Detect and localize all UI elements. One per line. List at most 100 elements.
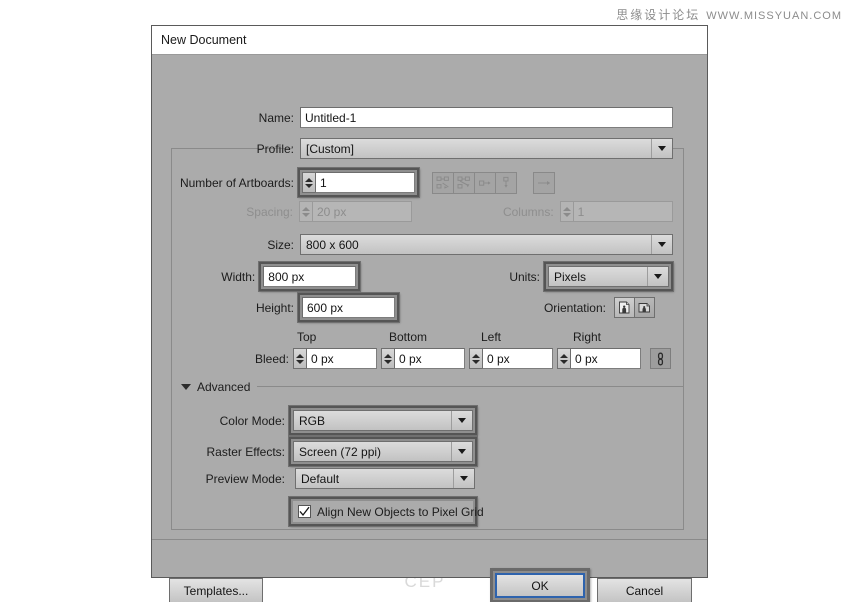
artboard-arrange-left-to-right-icon[interactable] — [474, 172, 496, 194]
bleed-right-input[interactable]: 0 px — [570, 348, 641, 369]
bleed-top-stepper[interactable] — [293, 348, 306, 369]
profile-dropdown[interactable]: [Custom] — [300, 138, 673, 159]
raster-effects-label: Raster Effects: — [152, 445, 285, 459]
bleed-label: Bleed: — [152, 352, 289, 366]
bleed-link-chain-icon[interactable] — [650, 348, 671, 369]
columns-stepper — [560, 201, 573, 222]
align-pixel-grid-label: Align New Objects to Pixel Grid — [317, 505, 484, 519]
advanced-label: Advanced — [197, 380, 250, 394]
screen: 思缘设计论坛WWW.MISSYUAN.COM CEP New Document … — [0, 0, 850, 602]
name-input[interactable]: Untitled-1 — [300, 107, 673, 128]
chevron-down-icon — [451, 411, 472, 430]
orientation-buttons — [614, 297, 654, 318]
align-pixel-grid-checkbox[interactable] — [298, 505, 311, 518]
artboards-stepper[interactable] — [302, 172, 315, 193]
dialog-body: Name: Untitled-1 Profile: [Custom] Numbe… — [152, 55, 707, 578]
profile-label: Profile: — [152, 142, 294, 156]
bleed-bottom-stepper[interactable] — [381, 348, 394, 369]
spacing-stepper — [299, 201, 312, 222]
height-focus-frame: 600 px — [298, 293, 399, 322]
advanced-section-header[interactable]: Advanced — [181, 380, 250, 394]
artboard-arrange-top-to-bottom-icon[interactable] — [495, 172, 517, 194]
preview-mode-dropdown[interactable]: Default — [295, 468, 475, 489]
spacing-row: Spacing: 20 px Columns: 1 — [152, 201, 673, 222]
bleed-bottom-input[interactable]: 0 px — [394, 348, 465, 369]
columns-input: 1 — [573, 201, 673, 222]
orientation-label: Orientation: — [506, 301, 606, 315]
color-mode-dropdown[interactable]: RGB — [293, 410, 473, 431]
size-label: Size: — [152, 238, 294, 252]
width-label: Width: — [152, 270, 255, 284]
triangle-down-icon — [181, 384, 191, 390]
orientation-landscape-icon[interactable] — [634, 297, 655, 318]
footer-separator — [152, 539, 707, 540]
preview-mode-value: Default — [301, 472, 339, 486]
height-label: Height: — [152, 301, 294, 315]
artboards-label: Number of Artboards: — [152, 176, 294, 190]
color-mode-focus-frame: RGB — [289, 406, 477, 435]
cancel-button-label: Cancel — [626, 584, 663, 598]
orientation-portrait-icon[interactable] — [614, 297, 635, 318]
new-document-dialog: New Document Name: Untitled-1 Profile: [… — [151, 25, 708, 578]
chevron-down-icon — [451, 442, 472, 461]
bleed-bottom-label: Bottom — [385, 330, 477, 344]
spacing-input: 20 px — [312, 201, 412, 222]
artboards-input[interactable]: 1 — [315, 172, 415, 193]
artboard-grid-by-column-icon[interactable] — [453, 172, 475, 194]
bleed-left-input[interactable]: 0 px — [482, 348, 553, 369]
bleed-left-label: Left — [477, 330, 569, 344]
advanced-header-rule — [257, 386, 684, 387]
ok-default-frame: OK — [490, 568, 590, 602]
spacing-label: Spacing: — [152, 205, 293, 219]
bleed-right-label: Right — [569, 330, 661, 344]
ok-button[interactable]: OK — [495, 573, 585, 598]
dialog-title: New Document — [161, 33, 246, 47]
chevron-down-icon — [453, 469, 474, 488]
artboards-row: Number of Artboards: 1 — [152, 168, 673, 197]
name-row: Name: Untitled-1 — [152, 107, 673, 128]
preview-mode-label: Preview Mode: — [152, 472, 285, 486]
watermark-top: 思缘设计论坛 WWW.MISSYUAN.COM — [616, 6, 842, 23]
units-value: Pixels — [554, 270, 586, 284]
dialog-titlebar: New Document — [152, 26, 707, 55]
bleed-left-stepper[interactable] — [469, 348, 482, 369]
bleed-row: Bleed: 0 px 0 px 0 px 0 px — [152, 348, 673, 369]
templates-button-label: Templates... — [184, 584, 249, 598]
width-focus-frame: 800 px — [259, 262, 360, 291]
columns-label: Columns: — [454, 205, 553, 219]
units-dropdown[interactable]: Pixels — [548, 266, 669, 287]
size-dropdown[interactable]: 800 x 600 — [300, 234, 673, 255]
raster-effects-dropdown[interactable]: Screen (72 ppi) — [293, 441, 473, 462]
size-row: Size: 800 x 600 — [152, 234, 673, 255]
name-label: Name: — [152, 111, 294, 125]
color-mode-row: Color Mode: RGB — [152, 406, 673, 435]
preview-mode-row: Preview Mode: Default — [152, 468, 673, 489]
profile-value: [Custom] — [306, 142, 354, 156]
raster-effects-row: Raster Effects: Screen (72 ppi) — [152, 437, 673, 466]
watermark-url-text: WWW.MISSYUAN.COM — [706, 10, 842, 22]
align-pixel-grid-row: Align New Objects to Pixel Grid — [152, 497, 673, 526]
units-label: Units: — [467, 270, 540, 284]
bleed-top-input[interactable]: 0 px — [306, 348, 377, 369]
artboard-right-to-left-icon[interactable] — [533, 172, 555, 194]
chevron-down-icon — [647, 267, 668, 286]
chevron-down-icon — [651, 139, 672, 158]
color-mode-value: RGB — [299, 414, 325, 428]
units-focus-frame: Pixels — [544, 262, 673, 291]
chevron-down-icon — [651, 235, 672, 254]
cancel-button[interactable]: Cancel — [597, 578, 692, 602]
bleed-top-label: Top — [293, 330, 385, 344]
templates-button[interactable]: Templates... — [169, 578, 263, 602]
width-input[interactable]: 800 px — [263, 266, 356, 287]
ok-button-label: OK — [531, 579, 548, 593]
watermark-cn-text: 思缘设计论坛 — [616, 8, 700, 22]
artboards-focus-frame: 1 — [298, 168, 419, 197]
raster-effects-focus-frame: Screen (72 ppi) — [289, 437, 477, 466]
size-value: 800 x 600 — [306, 238, 359, 252]
height-input[interactable]: 600 px — [302, 297, 395, 318]
bleed-right-stepper[interactable] — [557, 348, 570, 369]
artboard-grid-by-row-icon[interactable] — [432, 172, 454, 194]
color-mode-label: Color Mode: — [152, 414, 285, 428]
raster-effects-value: Screen (72 ppi) — [299, 445, 381, 459]
artboard-layout-buttons — [432, 172, 516, 194]
